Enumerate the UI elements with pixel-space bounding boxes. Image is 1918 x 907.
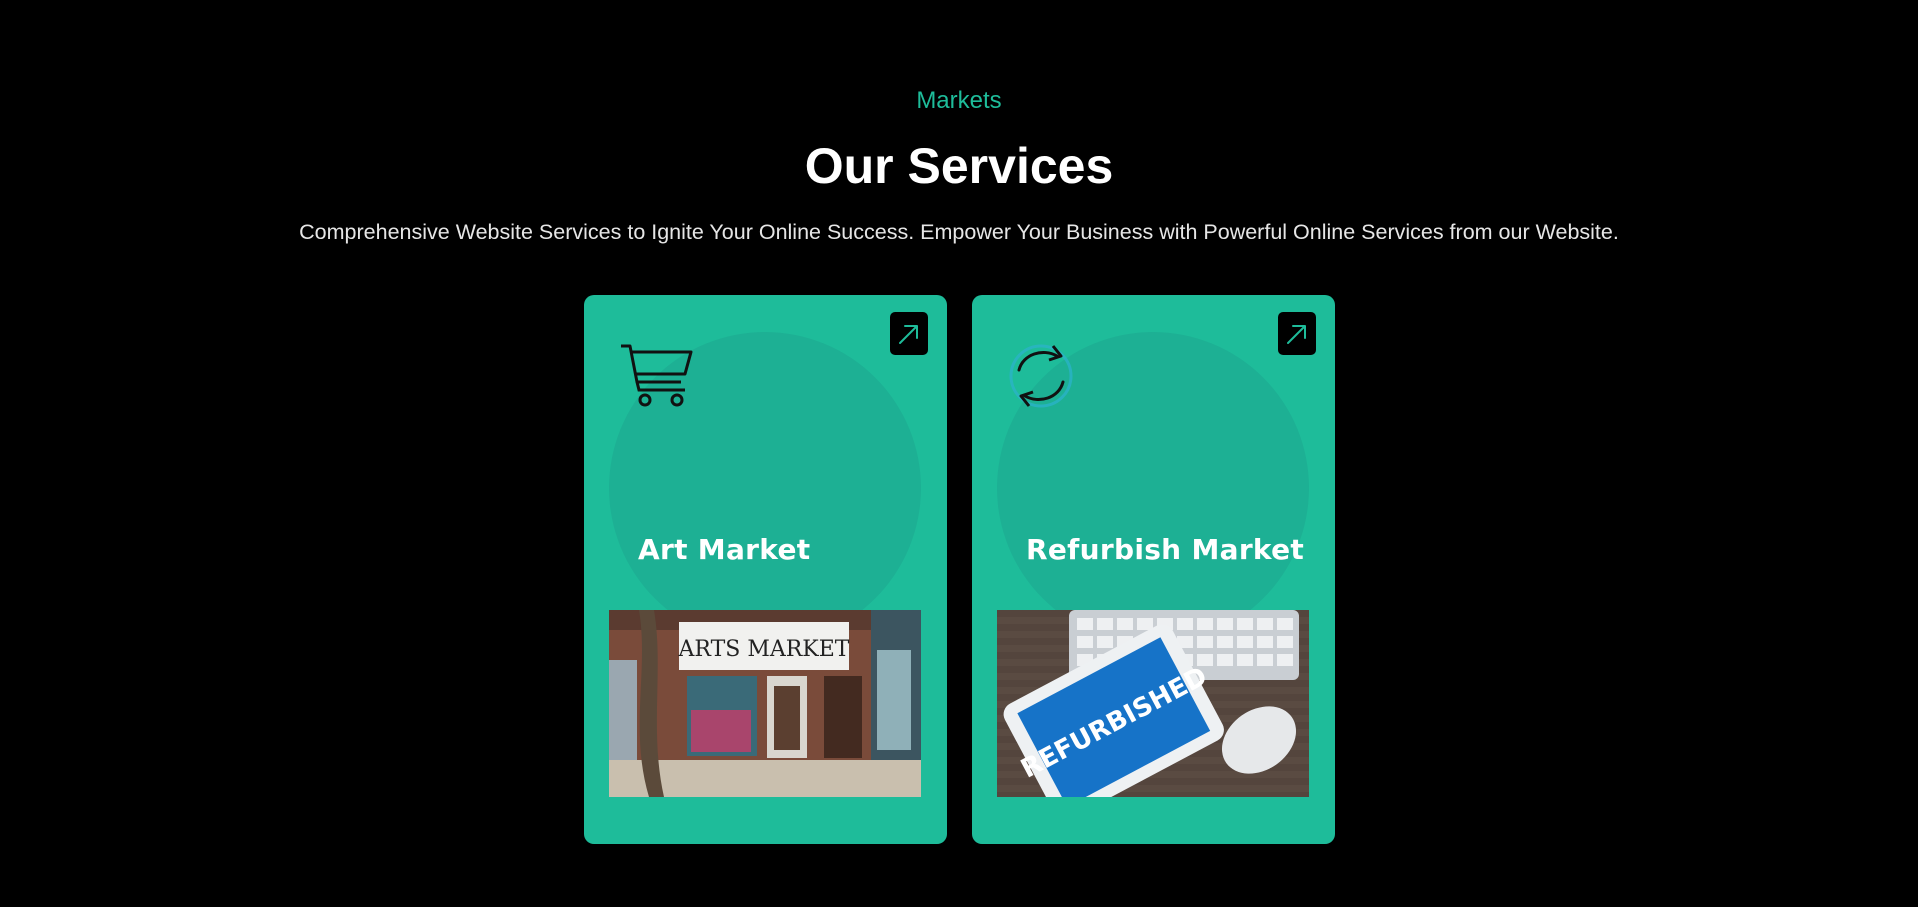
card-title: Refurbish Market	[1026, 533, 1305, 566]
section-title: Our Services	[804, 138, 1114, 194]
arts-market-sign: ARTS MARKET	[678, 637, 850, 662]
service-card-art-market[interactable]: Art Market ARTS MARKET	[584, 295, 947, 844]
section-subtitle: Comprehensive Website Services to Ignite…	[299, 220, 1619, 244]
refresh-cycle-icon	[1009, 344, 1073, 408]
service-card-refurbish-market[interactable]: Refurbish Market REFURBISHED	[972, 295, 1335, 844]
open-link-button[interactable]	[890, 312, 928, 355]
art-market-photo: ARTS MARKET	[609, 610, 921, 797]
arrow-up-right-icon	[1287, 324, 1306, 344]
services-section: Markets Our Services Comprehensive Websi…	[0, 0, 1918, 907]
shopping-cart-icon	[621, 344, 693, 407]
section-eyebrow: Markets	[916, 87, 1002, 114]
arrow-up-right-icon	[899, 324, 918, 344]
refurbish-market-photo: REFURBISHED	[997, 610, 1309, 797]
open-link-button[interactable]	[1278, 312, 1316, 355]
card-title: Art Market	[638, 533, 811, 566]
